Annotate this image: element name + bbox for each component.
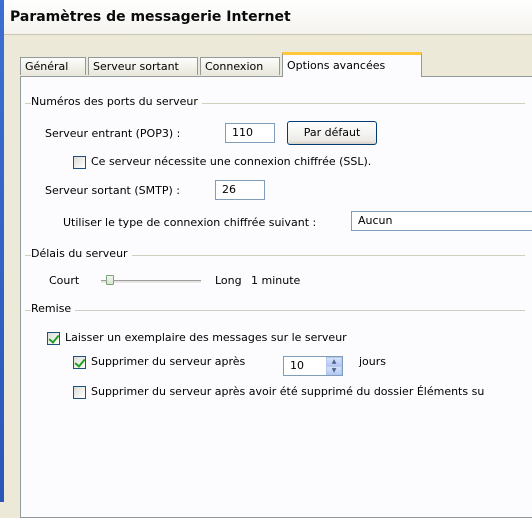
remove-deleted-label: Supprimer du serveur après avoir été sup… [91,385,485,398]
timeout-short-label: Court [49,274,80,287]
tab-general[interactable]: Général [20,57,86,75]
tab-serveur-sortant[interactable]: Serveur sortant [88,57,198,75]
encryption-type-label: Utiliser le type de connexion chiffrée s… [63,216,317,229]
remove-deleted-checkbox[interactable] [73,386,86,399]
tab-connexion[interactable]: Connexion [200,57,280,75]
ssl-checkbox[interactable] [73,156,86,169]
timeout-long-label: Long [215,274,242,287]
delivery-group-label: Remise [31,302,76,315]
spin-down-icon[interactable]: ▼ [326,366,342,375]
spin-up-icon[interactable]: ▲ [326,357,342,366]
window-frame-edge [0,0,4,502]
days-unit-label: jours [359,355,387,368]
timeout-slider-track[interactable] [101,280,201,284]
timeouts-group-label: Délais du serveur [31,247,132,260]
incoming-port-field[interactable]: 110 [225,123,275,143]
window-title: Paramètres de messagerie Internet [10,9,291,25]
remove-after-checkbox[interactable] [73,356,86,369]
title-bar[interactable]: Paramètres de messagerie Internet [4,0,532,35]
remove-after-days-value: 10 [290,359,304,372]
timeout-value: 1 minute [251,274,301,287]
outgoing-port-field[interactable]: 26 [215,180,265,200]
ssl-label: Ce serveur nécessite une connexion chiff… [91,155,372,168]
spinner-buttons: ▲ ▼ [326,357,342,375]
encryption-type-dropdown[interactable]: Aucun [351,211,532,231]
incoming-port-label: Serveur entrant (POP3) : [45,127,181,140]
leave-copy-checkbox[interactable] [47,332,60,345]
leave-copy-label: Laisser un exemplaire des messages sur l… [65,331,347,344]
timeout-slider-thumb[interactable] [106,275,114,285]
group-divider [25,310,525,311]
options-panel: Numéros des ports du serveur Serveur ent… [20,76,532,518]
remove-after-label: Supprimer du serveur après [91,355,246,368]
ports-group-label: Numéros des ports du serveur [31,95,202,108]
default-ports-button[interactable]: Par défaut [287,121,377,145]
remove-after-days-spinner[interactable]: 10 ▲ ▼ [283,356,343,376]
outgoing-port-label: Serveur sortant (SMTP) : [45,184,180,197]
tab-options-avancees[interactable]: Options avancées [282,52,422,77]
